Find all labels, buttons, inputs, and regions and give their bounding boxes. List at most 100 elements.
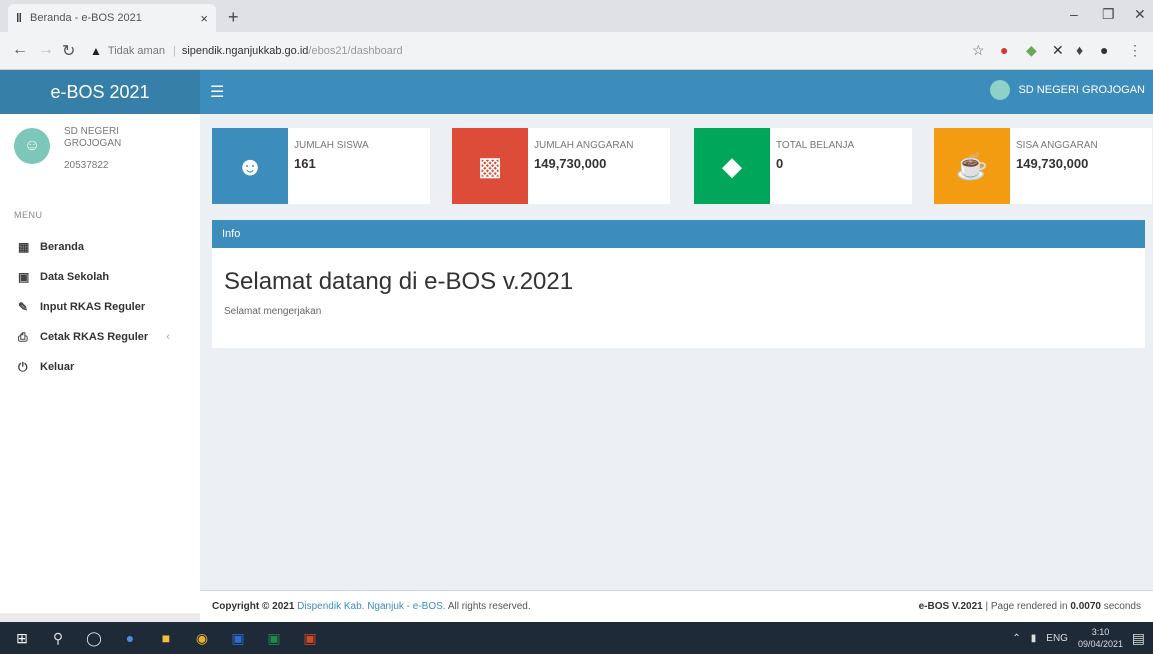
url-path: /ebos21/dashboard: [308, 45, 403, 57]
clock[interactable]: 3:10 09/04/2021: [1078, 626, 1123, 650]
edge-browser-icon[interactable]: ●: [116, 626, 144, 650]
info-box-jumlah-siswa: ☻ JUMLAH SISWA 161: [212, 128, 430, 204]
school-code: 20537822: [64, 160, 109, 171]
welcome-heading: Selamat datang di e-BOS v.2021: [224, 268, 574, 295]
page-footer: Copyright © 2021 Dispendik Kab. Nganjuk …: [200, 590, 1153, 622]
app-logo[interactable]: e-BOS 2021: [0, 70, 200, 114]
notification-icon[interactable]: ▤: [1132, 630, 1145, 647]
menu-header: MENU: [14, 210, 43, 220]
user-avatar-icon: [990, 80, 1011, 100]
welcome-subtext: Selamat mengerjakan: [224, 306, 322, 317]
windows-taskbar: ⊞ ⚲ ◯ ● ■ ◉ ▣ ▣ ▣ ⌃ ▮ ENG 3:10 09/04/202…: [0, 622, 1153, 654]
browser-tab-bar: ‖ Beranda - e-BOS 2021 × + – ❐ ✕: [0, 0, 1153, 32]
windows-start-icon[interactable]: ⊞: [8, 626, 36, 650]
puzzle-extension-icon[interactable]: ♦: [1076, 42, 1083, 58]
sidebar: ☺ SD NEGERI GROJOGAN 20537822 MENU ▦ Ber…: [0, 114, 200, 613]
sidebar-menu: ▦ Beranda ▣ Data Sekolah ✎ Input RKAS Re…: [0, 232, 200, 382]
print-icon: ⎙: [18, 329, 28, 344]
copyright-prefix: Copyright © 2021: [212, 601, 295, 612]
url-separator: |: [172, 45, 176, 57]
rendered-prefix: | Page rendered in: [985, 601, 1068, 612]
extension-icon[interactable]: ◆: [1026, 42, 1037, 59]
insecure-label: Tidak aman: [107, 45, 165, 57]
tab-title: Beranda - e-BOS 2021: [29, 12, 142, 24]
book-icon: ▣: [18, 270, 30, 284]
chrome-browser-icon[interactable]: ◉: [188, 626, 216, 650]
footer-version: e-BOS V.2021: [918, 601, 983, 612]
task-view-icon[interactable]: ◯: [80, 626, 108, 650]
footer-link[interactable]: Dispendik Kab. Nganjuk - e-BOS.: [297, 601, 445, 612]
info-box-jumlah-anggaran: ▩ JUMLAH ANGGARAN 149,730,000: [452, 128, 670, 204]
dashboard-icon: ▦: [18, 240, 30, 254]
powerpoint-icon[interactable]: ▣: [296, 626, 324, 650]
user-panel: ☺ SD NEGERI GROJOGAN 20537822: [14, 126, 144, 172]
sidebar-item-data-sekolah[interactable]: ▣ Data Sekolah: [0, 262, 200, 292]
file-explorer-icon[interactable]: ■: [152, 626, 180, 650]
browser-menu-icon[interactable]: ⋮: [1128, 42, 1142, 59]
info-box-value: 0: [776, 156, 784, 171]
minimize-icon[interactable]: –: [1070, 6, 1078, 22]
sidebar-item-label: Cetak RKAS Reguler: [40, 331, 149, 343]
sidebar-item-label: Data Sekolah: [40, 271, 110, 283]
forward-icon[interactable]: →: [38, 41, 54, 59]
favicon-icon: ‖: [16, 11, 22, 25]
sidebar-item-cetak-rkas[interactable]: ⎙ Cetak RKAS Reguler ‹: [0, 322, 200, 352]
school-avatar-icon: ☺: [14, 128, 50, 164]
coffee-icon: ☕: [934, 128, 1010, 204]
app-header: e-BOS 2021 ☰ SD NEGERI GROJOGAN: [0, 70, 1153, 114]
sidebar-item-keluar[interactable]: ⏻ Keluar: [0, 352, 200, 382]
money-icon: ▩: [452, 128, 528, 204]
sidebar-item-beranda[interactable]: ▦ Beranda: [0, 232, 200, 262]
rendered-suffix: seconds: [1103, 601, 1141, 612]
x-extension-icon[interactable]: ✕: [1052, 42, 1064, 59]
sidebar-item-label: Input RKAS Reguler: [40, 301, 146, 313]
info-panel: Info Selamat datang di e-BOS v.2021 Sela…: [212, 220, 1145, 348]
word-icon[interactable]: ▣: [224, 626, 252, 650]
battery-icon[interactable]: ▮: [1031, 633, 1037, 644]
maximize-icon[interactable]: ❐: [1102, 6, 1115, 23]
profile-icon[interactable]: ●: [1100, 42, 1108, 58]
url-host: sipendik.nganjukkab.go.id: [181, 45, 309, 57]
power-icon: ⏻: [18, 359, 28, 374]
address-toolbar: ← → ↻ ▲ Tidak aman | sipendik.nganjukkab…: [0, 32, 1153, 70]
main-content: ☻ JUMLAH SISWA 161 ▩ JUMLAH ANGGARAN 149…: [200, 114, 1153, 613]
render-time: 0.0070: [1070, 601, 1101, 612]
footer-copyright: Copyright © 2021 Dispendik Kab. Nganjuk …: [212, 601, 531, 612]
sidebar-toggle-icon[interactable]: ☰: [210, 82, 224, 102]
info-box-label: TOTAL BELANJA: [776, 140, 855, 151]
info-box-value: 149,730,000: [1016, 156, 1089, 171]
bookmark-star-icon[interactable]: ☆: [972, 42, 985, 59]
info-box-total-belanja: ◆ TOTAL BELANJA 0: [694, 128, 912, 204]
edit-icon: ✎: [18, 300, 29, 314]
url-bar[interactable]: ▲ Tidak aman | sipendik.nganjukkab.go.id…: [90, 38, 850, 64]
sidebar-item-label: Beranda: [40, 241, 85, 253]
clock-date: 09/04/2021: [1077, 639, 1123, 649]
info-box-label: SISA ANGGARAN: [1016, 140, 1098, 151]
sidebar-item-input-rkas[interactable]: ✎ Input RKAS Reguler: [0, 292, 200, 322]
footer-rights: All rights reserved.: [447, 601, 531, 612]
tag-icon: ◆: [694, 128, 770, 204]
excel-icon[interactable]: ▣: [260, 626, 288, 650]
search-icon[interactable]: ⚲: [44, 626, 72, 650]
new-tab-button[interactable]: +: [228, 7, 239, 28]
footer-render-info: e-BOS V.2021 | Page rendered in 0.0070 s…: [919, 601, 1141, 612]
header-user-name: SD NEGERI GROJOGAN: [1018, 84, 1145, 96]
tray-chevron-icon[interactable]: ⌃: [1012, 633, 1020, 644]
language-indicator[interactable]: ENG: [1046, 633, 1068, 644]
warning-icon: ▲: [90, 44, 102, 58]
user-menu[interactable]: SD NEGERI GROJOGAN: [990, 80, 1145, 100]
close-window-icon[interactable]: ✕: [1134, 6, 1146, 23]
tab-close-button[interactable]: ×: [200, 11, 208, 26]
reload-icon[interactable]: ↻: [62, 41, 75, 61]
opera-extension-icon[interactable]: ●: [1000, 42, 1008, 58]
system-tray: ⌃ ▮ ENG 3:10 09/04/2021: [1012, 622, 1123, 654]
info-box-sisa-anggaran: ☕ SISA ANGGARAN 149,730,000: [934, 128, 1152, 204]
info-box-value: 149,730,000: [534, 156, 607, 171]
panel-title: Info: [212, 220, 1145, 248]
info-box-value: 161: [294, 156, 316, 171]
clock-time: 3:10: [1091, 627, 1110, 637]
info-box-label: JUMLAH ANGGARAN: [534, 140, 634, 151]
sidebar-item-label: Keluar: [40, 361, 75, 373]
back-icon[interactable]: ←: [12, 41, 28, 59]
browser-tab[interactable]: ‖ Beranda - e-BOS 2021 ×: [8, 4, 216, 32]
